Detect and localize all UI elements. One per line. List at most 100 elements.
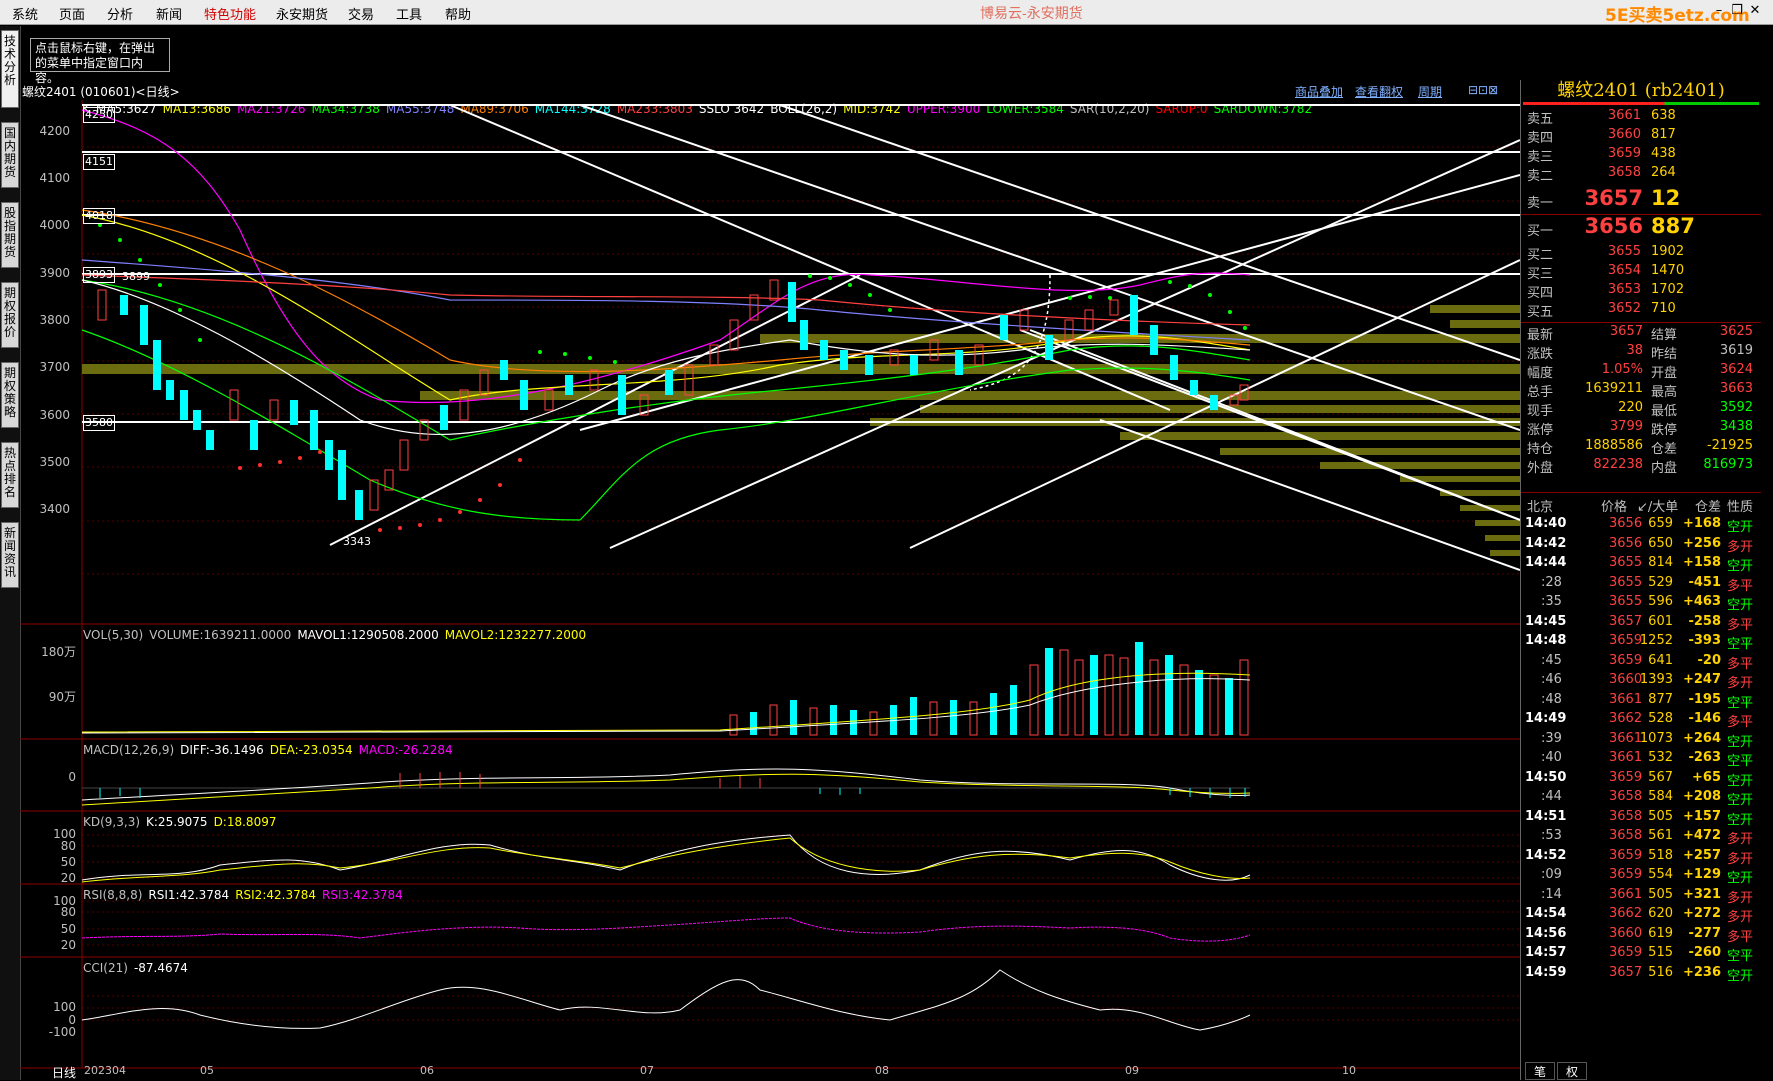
restore-icon[interactable]: ❐ [1728,2,1746,20]
level-price: 3660 [1607,127,1641,142]
chart-header: 螺纹2401 (010601)<日线> 商品叠加 查看翻权 周期 ⊟⊡⊠ [20,82,1520,100]
tick-row[interactable]: 14:42 3656 650 +256 多开 [1521,536,1761,557]
tick-oi-change: -451 [1688,574,1721,590]
menu-news[interactable]: 新闻 [156,4,182,23]
main-chart[interactable] [20,100,1520,1080]
tick-time: :45 [1541,652,1562,668]
close-icon[interactable]: ✕ [1746,2,1764,20]
tab-trades[interactable]: 笔 [1525,1062,1555,1080]
tick-row[interactable]: 14:44 3655 814 +158 空开 [1521,555,1761,576]
quote-title: 螺纹2401 (rb2401) [1557,80,1725,101]
menu-yongan[interactable]: 永安期货 [276,4,328,23]
stat-label: 现手 [1527,404,1554,419]
order-book-row[interactable]: 买五 3652 710 [1521,301,1761,320]
stat-value: 220 [1618,400,1643,415]
tick-price: 3659 [1609,652,1643,668]
macd-chart [81,768,1251,806]
tick-row[interactable]: :53 3658 561 +472 多开 [1521,828,1761,849]
stat-label: 内盘 [1651,461,1678,476]
tick-row[interactable]: 14:57 3659 515 -260 空平 [1521,945,1761,966]
tick-row[interactable]: :35 3655 596 +463 空开 [1521,594,1761,615]
order-book-row[interactable]: 卖一 3657 12 [1521,186,1761,214]
stat-value: 3592 [1719,400,1753,415]
tick-row[interactable]: 14:49 3662 528 -146 多平 [1521,711,1761,732]
macd-legend-item: MACD:-26.2284 [358,743,453,757]
tick-row[interactable]: 14:59 3657 516 +236 空开 [1521,965,1761,986]
link-period[interactable]: 周期 [1418,83,1442,100]
tick-row[interactable]: :46 3660 1393 +247 多开 [1521,672,1761,693]
order-book-row[interactable]: 买四 3653 1702 [1521,282,1761,301]
menu-trade[interactable]: 交易 [348,4,374,23]
tick-time: 14:42 [1525,535,1567,551]
order-book-row[interactable]: 买二 3655 1902 [1521,244,1761,263]
rsi-tick: 80 [60,905,76,919]
tab-hot-ranking[interactable]: 热点排名 [1,442,19,508]
tick-row[interactable]: 14:45 3657 601 -258 多平 [1521,614,1761,635]
menu-tools[interactable]: 工具 [396,4,422,23]
tab-news-info[interactable]: 新闻资讯 [1,522,19,588]
tick-row[interactable]: 14:40 3656 659 +168 空开 [1521,516,1761,537]
tick-row[interactable]: :44 3658 584 +208 空开 [1521,789,1761,810]
tick-row[interactable]: :39 3661 1073 +264 空开 [1521,731,1761,752]
macd-legend-item: DIFF:-36.1496 [180,743,264,757]
menu-page[interactable]: 页面 [59,4,85,23]
tick-volume: 1252 [1639,633,1673,648]
stat-value: 3624 [1719,362,1753,377]
tick-time: :48 [1541,691,1562,707]
tick-row[interactable]: :45 3659 641 -20 多平 [1521,653,1761,674]
tab-index-futures[interactable]: 股指期货 [1,202,19,268]
tick-volume: 814 [1648,555,1673,570]
kd-tick: 80 [60,839,76,853]
order-book-row[interactable]: 买三 3654 1470 [1521,263,1761,282]
tick-time: :44 [1541,789,1562,804]
level-box: 4018 [83,208,115,224]
menu-help[interactable]: 帮助 [445,4,471,23]
tick-row[interactable]: 14:50 3659 567 +65 空开 [1521,770,1761,791]
tick-row[interactable]: 14:48 3659 1252 -393 空平 [1521,633,1761,654]
zoom-icons[interactable]: ⊟⊡⊠ [1468,83,1498,97]
level-price: 3661 [1607,108,1641,123]
tick-time: :46 [1541,672,1562,687]
tick-row[interactable]: :09 3659 554 +129 空开 [1521,867,1761,888]
tick-nature: 多开 [1727,539,1754,555]
date-tick: 09 [1125,1064,1139,1077]
order-book-row[interactable]: 卖四 3660 817 [1521,127,1761,146]
menu-system[interactable]: 系统 [12,4,38,23]
date-tick: 07 [640,1064,654,1077]
link-commodity-overlay[interactable]: 商品叠加 [1295,83,1343,100]
tick-volume: 554 [1648,867,1673,882]
tick-volume: 601 [1648,613,1673,629]
tick-price: 3661 [1609,886,1643,902]
level-price: 3654 [1607,263,1641,278]
tick-row[interactable]: 14:52 3659 518 +257 多开 [1521,848,1761,869]
tick-row[interactable]: 14:56 3660 619 -277 多平 [1521,926,1761,947]
tab-technical-analysis[interactable]: 技术分析 [1,30,19,108]
link-view-rights[interactable]: 查看翻权 [1355,83,1403,100]
date-tick: 05 [200,1064,214,1077]
order-book-row[interactable]: 卖二 3658 264 [1521,165,1761,184]
level-label: 买五 [1527,305,1554,320]
menu-analysis[interactable]: 分析 [107,4,133,23]
tick-price: 3655 [1609,594,1643,609]
tick-volume: 641 [1648,652,1673,668]
order-book-row[interactable]: 卖三 3659 438 [1521,146,1761,165]
vol-legend: VOL(5,30) VOLUME:1639211.0000 MAVOL1:12905… [83,628,592,642]
tick-row[interactable]: :40 3661 532 -263 空平 [1521,750,1761,771]
tick-volume: 515 [1648,945,1673,960]
tick-volume: 596 [1648,594,1673,609]
minimize-icon[interactable]: – [1710,2,1728,20]
tick-oi-change: +236 [1682,964,1721,980]
tab-rights[interactable]: 权 [1557,1062,1587,1080]
tick-row[interactable]: :28 3655 529 -451 多平 [1521,575,1761,596]
kd-chart [81,834,1520,883]
tick-row[interactable]: :48 3661 877 -195 空平 [1521,692,1761,713]
tick-row[interactable]: 14:51 3658 505 +157 空开 [1521,809,1761,830]
order-book-row[interactable]: 买一 3656 887 [1521,214,1761,242]
stat-label: 最低 [1651,404,1678,419]
menu-features[interactable]: 特色功能 [204,4,256,23]
tick-row[interactable]: 14:54 3662 620 +272 多开 [1521,906,1761,927]
order-book-row[interactable]: 卖五 3661 638 [1521,108,1761,127]
tick-row[interactable]: :14 3661 505 +321 多开 [1521,887,1761,908]
stat-label: 涨跌 [1527,347,1554,362]
cci-tick: -100 [48,1025,76,1039]
